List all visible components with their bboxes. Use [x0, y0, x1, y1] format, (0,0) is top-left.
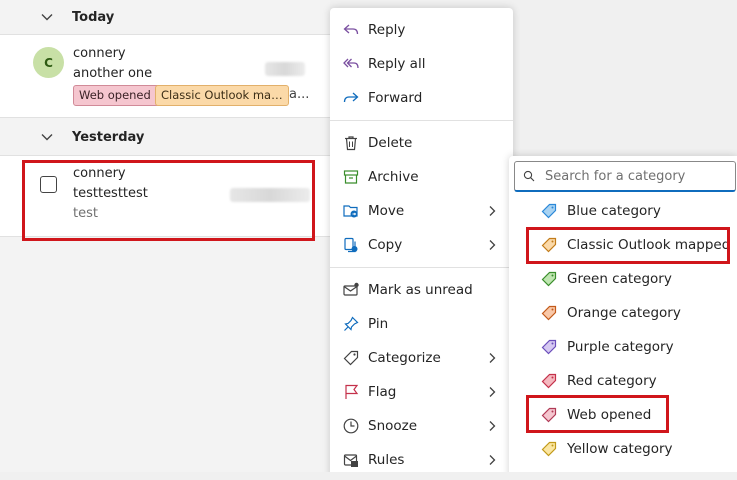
menu-item-categorize[interactable]: Categorize — [330, 341, 513, 375]
category-item-green[interactable]: Green category — [509, 262, 737, 296]
menu-item-label: Rules — [368, 452, 405, 468]
menu-item-archive[interactable]: Archive — [330, 160, 513, 194]
menu-item-reply-all[interactable]: Reply all — [330, 47, 513, 81]
menu-item-label: Reply all — [368, 56, 426, 72]
yellow-tag-icon — [541, 441, 557, 457]
menu-item-copy[interactable]: Copy — [330, 228, 513, 262]
menu-item-move[interactable]: Move — [330, 194, 513, 228]
category-item-blue[interactable]: Blue category — [509, 194, 737, 228]
move-icon — [342, 202, 360, 220]
menu-item-pin[interactable]: Pin — [330, 307, 513, 341]
menu-item-label: Copy — [368, 237, 403, 253]
more-tags-indicator: a... — [289, 87, 310, 102]
mail-unread-icon — [342, 281, 360, 299]
group-header-yesterday[interactable]: Yesterday — [0, 120, 330, 154]
category-item-classic-outlook-mapped[interactable]: Classic Outlook mapped — [509, 228, 737, 262]
menu-item-forward[interactable]: Forward — [330, 81, 513, 115]
message-subject: testtesttest — [73, 186, 148, 201]
message-sender: connery — [73, 166, 126, 181]
chevron-down-icon[interactable] — [40, 10, 54, 24]
reply-icon — [342, 21, 360, 39]
message-subject: another one — [73, 66, 153, 81]
category-label: Blue category — [567, 203, 661, 219]
category-search-input[interactable] — [543, 167, 727, 185]
blurred-timestamp — [265, 62, 305, 76]
pink-tag-icon — [541, 407, 557, 423]
menu-item-reply[interactable]: Reply — [330, 13, 513, 47]
message-select-checkbox[interactable] — [40, 176, 57, 193]
context-menu: Reply Reply all Forward Delete Archive M… — [330, 8, 513, 480]
search-icon — [523, 170, 535, 182]
menu-separator — [330, 120, 513, 121]
menu-item-mark-unread[interactable]: Mark as unread — [330, 273, 513, 307]
orange-tag-icon — [541, 237, 557, 253]
category-submenu: Blue category Classic Outlook mapped Gre… — [509, 156, 737, 480]
pin-icon — [342, 315, 360, 333]
copy-icon — [342, 236, 360, 254]
flag-icon — [342, 383, 360, 401]
category-label: Web opened — [567, 407, 652, 423]
category-search-box[interactable] — [514, 161, 736, 192]
category-tag-web-opened[interactable]: Web opened — [73, 85, 160, 106]
menu-item-label: Reply — [368, 22, 406, 38]
message-preview: test — [73, 206, 98, 221]
archive-icon — [342, 168, 360, 186]
category-item-yellow[interactable]: Yellow category — [509, 432, 737, 466]
menu-item-label: Categorize — [368, 350, 441, 366]
menu-item-label: Mark as unread — [368, 282, 473, 298]
reply-all-icon — [342, 55, 360, 73]
menu-item-delete[interactable]: Delete — [330, 126, 513, 160]
clock-icon — [342, 417, 360, 435]
category-item-orange[interactable]: Orange category — [509, 296, 737, 330]
message-sender: connery — [73, 46, 126, 61]
menu-item-flag[interactable]: Flag — [330, 375, 513, 409]
blue-tag-icon — [541, 203, 557, 219]
message-list: Today C connery another one Web opened C… — [0, 0, 330, 480]
chevron-right-icon — [489, 240, 496, 250]
chevron-right-icon — [489, 206, 496, 216]
green-tag-icon — [541, 271, 557, 287]
category-item-purple[interactable]: Purple category — [509, 330, 737, 364]
group-title: Today — [72, 9, 115, 25]
category-label: Orange category — [567, 305, 681, 321]
purple-tag-icon — [541, 339, 557, 355]
chevron-right-icon — [489, 353, 496, 363]
message-item-selected[interactable]: connery testtesttest test — [0, 155, 330, 237]
category-tag-classic-outlook[interactable]: Classic Outlook map... — [155, 85, 289, 106]
forward-icon — [342, 89, 360, 107]
delete-icon — [342, 134, 360, 152]
category-label: Purple category — [567, 339, 674, 355]
menu-item-label: Delete — [368, 135, 413, 151]
orange-tag-icon — [541, 305, 557, 321]
red-tag-icon — [541, 373, 557, 389]
category-label: Red category — [567, 373, 657, 389]
chevron-right-icon — [489, 455, 496, 465]
chevron-right-icon — [489, 387, 496, 397]
menu-item-label: Move — [368, 203, 405, 219]
rules-icon — [342, 451, 360, 469]
blurred-timestamp — [230, 188, 310, 202]
category-label: Classic Outlook mapped — [567, 237, 731, 253]
group-title: Yesterday — [72, 129, 145, 145]
group-header-today[interactable]: Today — [0, 0, 330, 34]
menu-item-label: Forward — [368, 90, 423, 106]
menu-separator — [330, 267, 513, 268]
menu-item-snooze[interactable]: Snooze — [330, 409, 513, 443]
chevron-right-icon — [489, 421, 496, 431]
category-label: Green category — [567, 271, 672, 287]
category-label: Yellow category — [567, 441, 673, 457]
bottom-strip — [0, 472, 737, 480]
chevron-down-icon[interactable] — [40, 130, 54, 144]
avatar: C — [33, 47, 64, 78]
menu-item-label: Pin — [368, 316, 389, 332]
menu-item-label: Snooze — [368, 418, 418, 434]
category-item-red[interactable]: Red category — [509, 364, 737, 398]
menu-item-label: Archive — [368, 169, 419, 185]
tag-icon — [342, 349, 360, 367]
category-item-web-opened[interactable]: Web opened — [509, 398, 737, 432]
menu-item-label: Flag — [368, 384, 397, 400]
